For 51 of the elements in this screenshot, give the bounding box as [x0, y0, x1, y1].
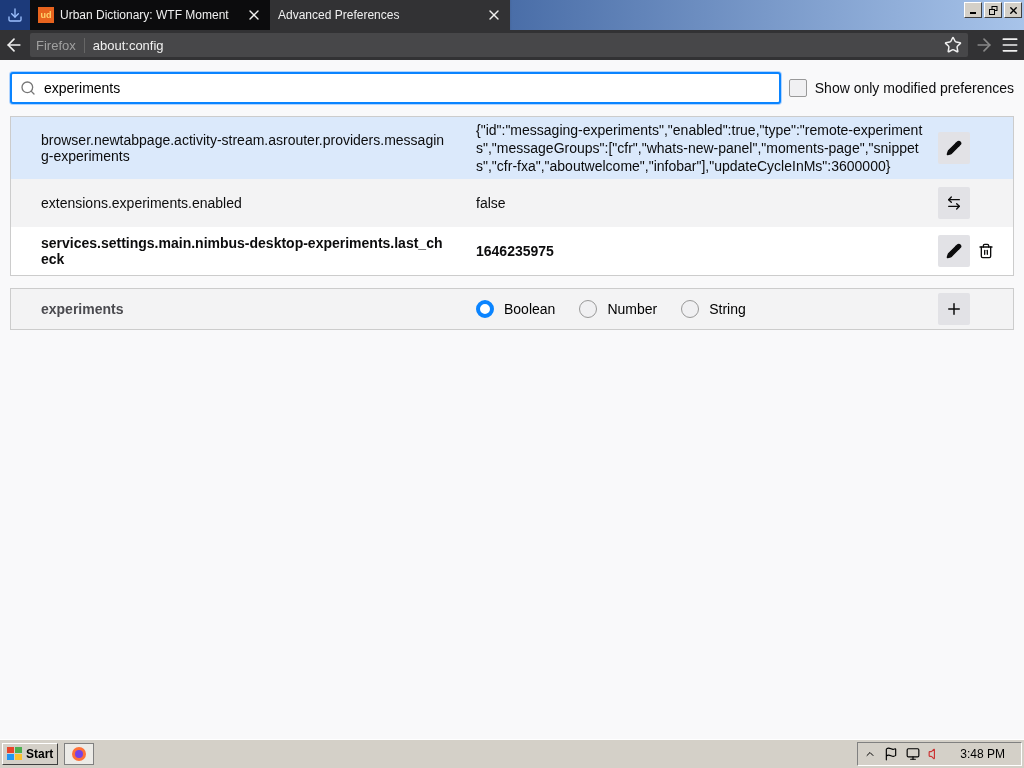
preference-name: services.settings.main.nimbus-desktop-experiments.last_check — [40, 235, 444, 267]
radio-button[interactable] — [579, 300, 598, 318]
restore-icon — [988, 5, 998, 15]
pencil-icon — [946, 243, 962, 259]
search-icon — [20, 80, 36, 96]
start-button[interactable]: Start — [2, 743, 59, 765]
add-button[interactable] — [938, 293, 970, 325]
radio-button[interactable] — [476, 300, 494, 318]
flag-icon[interactable] — [884, 747, 899, 761]
restore-button[interactable] — [984, 2, 1002, 18]
close-icon — [1007, 4, 1019, 16]
star-icon[interactable] — [944, 36, 962, 54]
clock: 3:48 PM — [959, 747, 1006, 761]
toggle-icon — [946, 195, 962, 211]
address-bar[interactable]: Firefox about:config — [30, 33, 968, 57]
download-button[interactable] — [0, 0, 30, 30]
windows-logo-icon — [7, 747, 23, 761]
taskbar-app[interactable] — [64, 743, 95, 765]
preference-value: false — [476, 194, 507, 212]
search-field[interactable]: experiments — [10, 72, 781, 104]
new-preference-name: experiments — [40, 301, 125, 317]
download-icon — [7, 7, 23, 23]
preference-row[interactable] — [11, 117, 1013, 179]
edit-button[interactable] — [938, 235, 970, 267]
edit-button[interactable] — [938, 132, 970, 164]
identity-label: Firefox — [36, 37, 85, 53]
browser-tab[interactable]: Advanced Preferences — [270, 0, 510, 30]
trash-icon — [978, 243, 994, 259]
toggle-button[interactable] — [938, 187, 970, 219]
pencil-icon — [946, 140, 962, 156]
checkbox[interactable] — [788, 79, 807, 97]
minimize-button[interactable] — [964, 2, 982, 18]
plus-icon — [945, 300, 963, 318]
radio-button[interactable] — [681, 300, 700, 318]
radio-label: Number — [607, 301, 658, 317]
browser-icon — [71, 746, 88, 762]
url-text: about:config — [92, 37, 165, 53]
radio-label: String — [709, 301, 746, 317]
tab-title: Urban Dictionary: WTF Moment — [60, 8, 230, 22]
tab-favicon: ud — [38, 7, 54, 23]
network-icon[interactable] — [906, 747, 921, 761]
preference-name: browser.newtabpage.activity-stream.asrouter.providers.messaging-experiments — [40, 132, 446, 164]
preference-name: extensions.experiments.enabled — [40, 195, 243, 211]
menu-icon[interactable] — [1000, 35, 1020, 55]
preference-row[interactable]: extensions.experiments.enabled false — [11, 179, 1013, 227]
checkbox-label: Show only modified preferences — [814, 80, 1014, 96]
radio-label: Boolean — [504, 301, 556, 317]
close-button[interactable] — [1004, 2, 1022, 18]
preference-value: 1646235975 — [476, 242, 555, 260]
tab-title: Advanced Preferences — [278, 8, 401, 22]
preference-value: {"id":"messaging-experiments","enabled":true,"type":"remote-experiments","messageGroups":["cfr","whats-new-panel","moments-page","snippets","cfr-fxa","aboutwelcome","infobar"],"updateCycleInMs":3600000} — [476, 121, 924, 175]
